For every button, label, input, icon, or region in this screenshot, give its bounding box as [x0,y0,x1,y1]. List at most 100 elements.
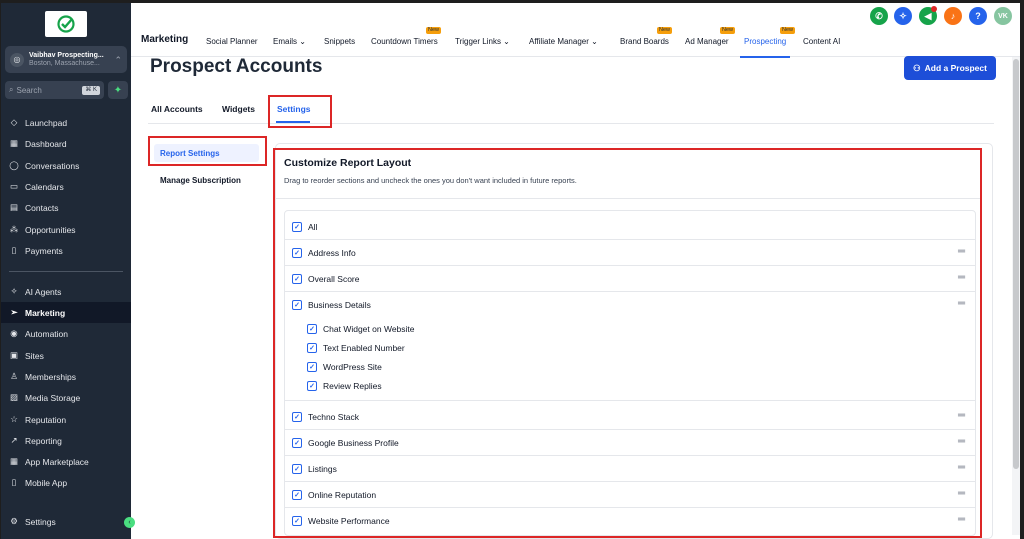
highlight-settings-tab [268,95,332,128]
sidebar-item-reputation[interactable]: ☆ Reputation [1,409,131,430]
account-switcher[interactable]: ◎ Vaibhav Prospecting... Boston, Massach… [5,46,127,73]
topnav-trigger-links[interactable]: Trigger Links ⌄ [455,37,510,46]
topnav-prospecting[interactable]: Prospecting [739,37,791,58]
sidebar-item-calendars[interactable]: ▭ Calendars [1,176,131,197]
topnav-social-planner[interactable]: Social Planner [206,37,258,46]
phone-button[interactable]: ✆ [870,7,888,25]
help-icon: ? [975,11,981,21]
automation-icon: ◉ [10,328,18,338]
app-logo[interactable] [45,11,87,37]
sidebar-item-label: Marketing [25,307,66,318]
quick-actions-button[interactable]: ✦ [108,81,128,99]
sidebar-item-label: Conversations [25,160,80,171]
notifications-button[interactable]: ♪ [944,7,962,25]
ai-button[interactable]: ✧ [894,7,912,25]
sidebar-item-label: Payments [25,245,63,256]
topnav-countdown-timers[interactable]: Countdown Timers [371,37,438,46]
sidebar-item-label: Sites [25,350,44,361]
sidebar-item-memberships[interactable]: ♙ Memberships [1,366,131,387]
gear-icon: ⚙ [10,516,18,526]
sidebar-item-label: Mobile App [25,477,68,488]
tab-widgets[interactable]: Widgets [222,104,255,114]
add-prospect-button[interactable]: ⚇ Add a Prospect [904,56,996,80]
sidebar: ◎ Vaibhav Prospecting... Boston, Massach… [1,3,135,539]
sidebar-item-contacts[interactable]: ▤ Contacts [1,197,131,218]
check-logo-icon [57,15,75,33]
lightning-icon: ✦ [113,84,123,96]
account-location: Boston, Massachuse... [29,59,100,67]
sidebar-item-label: Settings [25,516,56,527]
sidebar-item-label: Launchpad [25,117,68,128]
sidebar-item-label: Reporting [25,435,62,446]
sidebar-item-dashboard[interactable]: ▦ Dashboard [1,133,131,154]
grid-icon: ▦ [9,138,19,148]
sparkle-icon: ✧ [899,10,907,21]
bell-icon: ♪ [950,11,956,21]
sidebar-item-app-marketplace[interactable]: ▦ App Marketplace [1,451,131,472]
sidebar-item-label: Opportunities [25,224,76,235]
image-icon: ▨ [9,392,19,402]
topnav-content-ai[interactable]: Content AI [803,37,840,46]
opportunities-icon: ⁂ [9,224,19,234]
sidebar-item-opportunities[interactable]: ⁂ Opportunities [1,219,131,240]
location-icon: ◎ [10,52,24,67]
sidebar-item-automation[interactable]: ◉ Automation [1,323,131,344]
user-initials: VK [998,12,1008,20]
help-button[interactable]: ? [969,7,987,25]
apps-icon: ▦ [9,456,19,466]
sidebar-item-label: Media Storage [25,392,81,403]
topnav-brand-boards[interactable]: Brand Boards [620,37,669,46]
calendar-icon: ▭ [9,181,19,191]
sidebar-item-ai-agents[interactable]: ✧ AI Agents [1,281,131,302]
megaphone-icon: ◀ [924,10,932,21]
sidebar-item-sites[interactable]: ▣ Sites [1,345,131,366]
mobile-icon: ▯ [11,477,17,487]
new-badge: New [720,27,736,34]
top-bar: Marketing Social Planner Emails ⌄ Snippets… [131,3,1020,58]
sidebar-item-payments[interactable]: ▯ Payments [1,240,131,261]
phone-icon: ✆ [875,10,883,21]
receipt-icon: ▯ [11,245,17,255]
add-user-icon: ⚇ [913,62,921,73]
section-title: Marketing [141,34,189,45]
sidebar-item-reporting[interactable]: ↗ Reporting [1,430,131,451]
sidebar-item-mobile-app[interactable]: ▯ Mobile App [1,472,131,493]
membership-icon: ♙ [10,371,18,381]
scrollbar-thumb[interactable] [1013,59,1019,469]
sidebar-item-launchpad[interactable]: ◇ Launchpad [1,112,131,133]
sidebar-item-conversations[interactable]: ◯ Conversations [1,155,131,176]
sites-icon: ▣ [9,350,19,360]
page-scrollbar[interactable] [1012,57,1020,535]
new-badge: New [780,27,796,34]
topnav-ad-manager[interactable]: Ad Manager [685,37,729,46]
topnav-affiliate-manager[interactable]: Affiliate Manager ⌄ [529,37,598,46]
sidebar-item-label: Reputation [25,414,67,425]
add-prospect-label: Add a Prospect [924,63,987,73]
star-icon: ☆ [10,414,18,424]
sidebar-divider [9,271,123,272]
sidebar-item-label: Calendars [25,181,64,192]
sidebar-item-settings[interactable]: ⚙ Settings [1,511,131,532]
search-input[interactable]: ⌕ Search ⌘ K [5,81,104,99]
notification-dot [931,6,937,12]
trend-icon: ↗ [10,435,18,445]
highlight-report-layout [273,148,982,538]
topnav-snippets[interactable]: Snippets [324,37,355,46]
send-icon: ➢ [10,307,18,317]
sidebar-item-label: Dashboard [25,138,67,149]
new-badge: New [426,27,442,34]
new-badge: New [657,27,673,34]
topnav-emails[interactable]: Emails ⌄ [273,37,306,46]
menu-manage-subscription[interactable]: Manage Subscription [154,171,259,189]
account-name: Vaibhav Prospecting... [29,51,104,59]
sidebar-item-media-storage[interactable]: ▨ Media Storage [1,387,131,408]
search-shortcut: ⌘ K [82,85,100,95]
collapse-sidebar-button[interactable]: ‹ [124,517,135,528]
sidebar-item-marketing[interactable]: ➢ Marketing [1,302,131,323]
user-avatar[interactable]: VK [994,7,1012,25]
sidebar-item-label: AI Agents [25,286,62,297]
tab-all-accounts[interactable]: All Accounts [151,104,203,114]
rocket-icon: ◇ [10,117,18,127]
highlight-report-settings [148,136,267,166]
chevron-updown-icon: ⌃ [114,54,122,65]
